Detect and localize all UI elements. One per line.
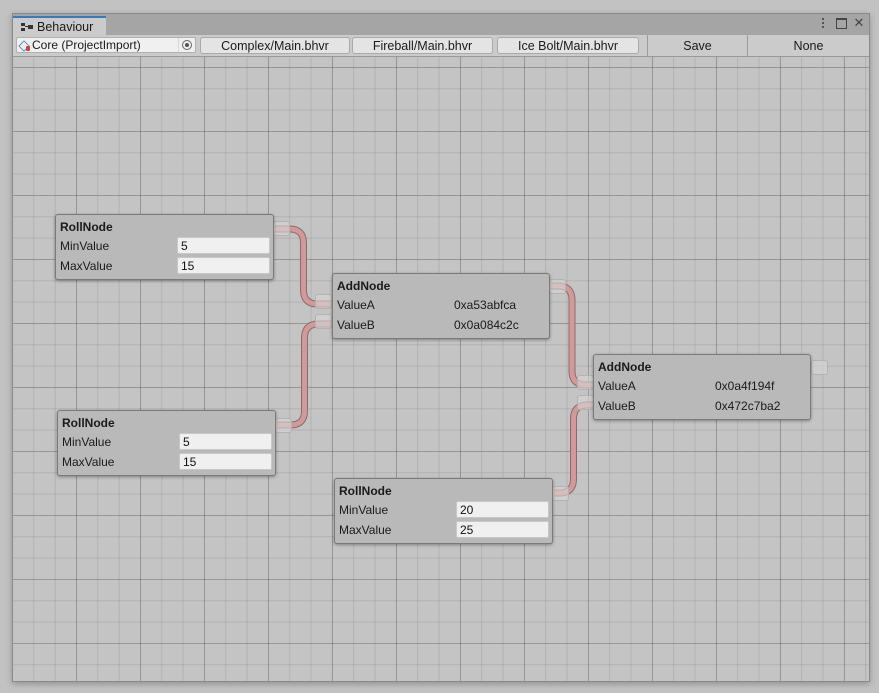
node-row-value-b: ValueB 0x472c7ba2 — [598, 397, 807, 415]
input-port-add1-valuea[interactable] — [315, 294, 332, 309]
node-row-value-a: ValueA 0xa53abfca — [337, 296, 546, 314]
graph-icon — [21, 22, 33, 32]
node-row-max: MaxValue — [60, 257, 270, 275]
roll-node-2[interactable]: RollNode MinValue MaxValue — [57, 410, 276, 476]
output-port-roll2[interactable] — [275, 418, 292, 433]
field-label: MinValue — [62, 435, 112, 449]
max-value-input[interactable] — [179, 453, 272, 470]
input-port-add2-valuea[interactable] — [577, 375, 594, 390]
field-label: MinValue — [60, 239, 110, 253]
none-button[interactable]: None — [747, 35, 869, 56]
kebab-menu-icon[interactable] — [817, 17, 829, 29]
add-node-2[interactable]: AddNode ValueA 0x0a4f194f ValueB 0x472c7… — [593, 354, 811, 420]
connection-outline-2 — [551, 282, 593, 389]
field-value: 0x0a084c2c — [454, 318, 519, 332]
node-title: AddNode — [337, 279, 391, 293]
output-port-add2[interactable] — [811, 360, 828, 375]
field-value: 0xa53abfca — [454, 298, 517, 312]
prefab-icon — [18, 39, 30, 52]
node-title: AddNode — [598, 360, 652, 374]
object-field[interactable]: Core (ProjectImport) — [16, 37, 196, 53]
node-row-value-a: ValueA 0x0a4f194f — [598, 377, 807, 395]
roll-node-3[interactable]: RollNode MinValue MaxValue — [334, 478, 553, 544]
field-label: ValueB — [337, 318, 375, 332]
node-row-min: MinValue — [62, 433, 272, 451]
field-label: ValueB — [598, 399, 636, 413]
tab-title: Behaviour — [37, 20, 94, 34]
connection-roll3-to-add2-valueb[interactable] — [554, 402, 593, 496]
window-controls: ✕ — [817, 15, 865, 30]
max-value-input[interactable] — [177, 257, 270, 274]
connection-outline-0 — [275, 225, 332, 308]
input-port-add1-valueb[interactable] — [315, 314, 332, 329]
field-label: ValueA — [598, 379, 636, 393]
connection-outline-3 — [554, 401, 593, 497]
output-port-roll1[interactable] — [273, 221, 290, 236]
node-row-max: MaxValue — [62, 453, 272, 471]
min-value-input[interactable] — [177, 237, 270, 254]
max-value-input[interactable] — [456, 521, 549, 538]
roll-node-1[interactable]: RollNode MinValue MaxValue — [55, 214, 274, 280]
file-button-complex[interactable]: Complex/Main.bhvr — [200, 37, 350, 54]
close-icon[interactable]: ✕ — [853, 15, 865, 30]
node-row-max: MaxValue — [339, 521, 549, 539]
graph-canvas[interactable]: RollNode MinValue MaxValue AddNode Value… — [13, 57, 869, 681]
file-button-fireball[interactable]: Fireball/Main.bhvr — [352, 37, 493, 54]
field-label: MinValue — [339, 503, 389, 517]
field-label: MaxValue — [339, 523, 392, 537]
input-port-add2-valueb[interactable] — [577, 395, 594, 410]
tab-behaviour[interactable]: Behaviour — [13, 16, 106, 36]
file-button-ice-bolt[interactable]: Ice Bolt/Main.bhvr — [497, 37, 639, 54]
node-title: RollNode — [60, 220, 113, 234]
object-picker-icon[interactable] — [182, 40, 192, 50]
add-node-1[interactable]: AddNode ValueA 0xa53abfca ValueB 0x0a084… — [332, 273, 550, 339]
object-field-value: Core (ProjectImport) — [32, 38, 141, 52]
maximize-icon[interactable] — [835, 17, 847, 29]
field-label: ValueA — [337, 298, 375, 312]
min-value-input[interactable] — [179, 433, 272, 450]
behaviour-window: Behaviour ✕ Core (ProjectImport) Complex… — [12, 13, 870, 682]
node-row-value-b: ValueB 0x0a084c2c — [337, 316, 546, 334]
picker-divider — [178, 38, 179, 52]
window-titlebar: Behaviour ✕ — [13, 14, 869, 36]
field-value: 0x472c7ba2 — [715, 399, 781, 413]
connection-add1-to-add2-valuea[interactable] — [551, 283, 593, 388]
connection-roll1-to-add1-valuea[interactable] — [275, 226, 332, 307]
connection-outline-1 — [277, 320, 332, 429]
toolbar: Core (ProjectImport) Complex/Main.bhvr F… — [13, 35, 869, 57]
field-label: MaxValue — [60, 259, 113, 273]
min-value-input[interactable] — [456, 501, 549, 518]
node-title: RollNode — [339, 484, 392, 498]
output-port-roll3[interactable] — [552, 486, 569, 501]
output-port-add1[interactable] — [549, 279, 566, 294]
node-row-min: MinValue — [60, 237, 270, 255]
connection-roll2-to-add1-valueb[interactable] — [277, 321, 332, 428]
node-row-min: MinValue — [339, 501, 549, 519]
field-value: 0x0a4f194f — [715, 379, 775, 393]
save-button[interactable]: Save — [647, 35, 747, 56]
node-title: RollNode — [62, 416, 115, 430]
field-label: MaxValue — [62, 455, 115, 469]
